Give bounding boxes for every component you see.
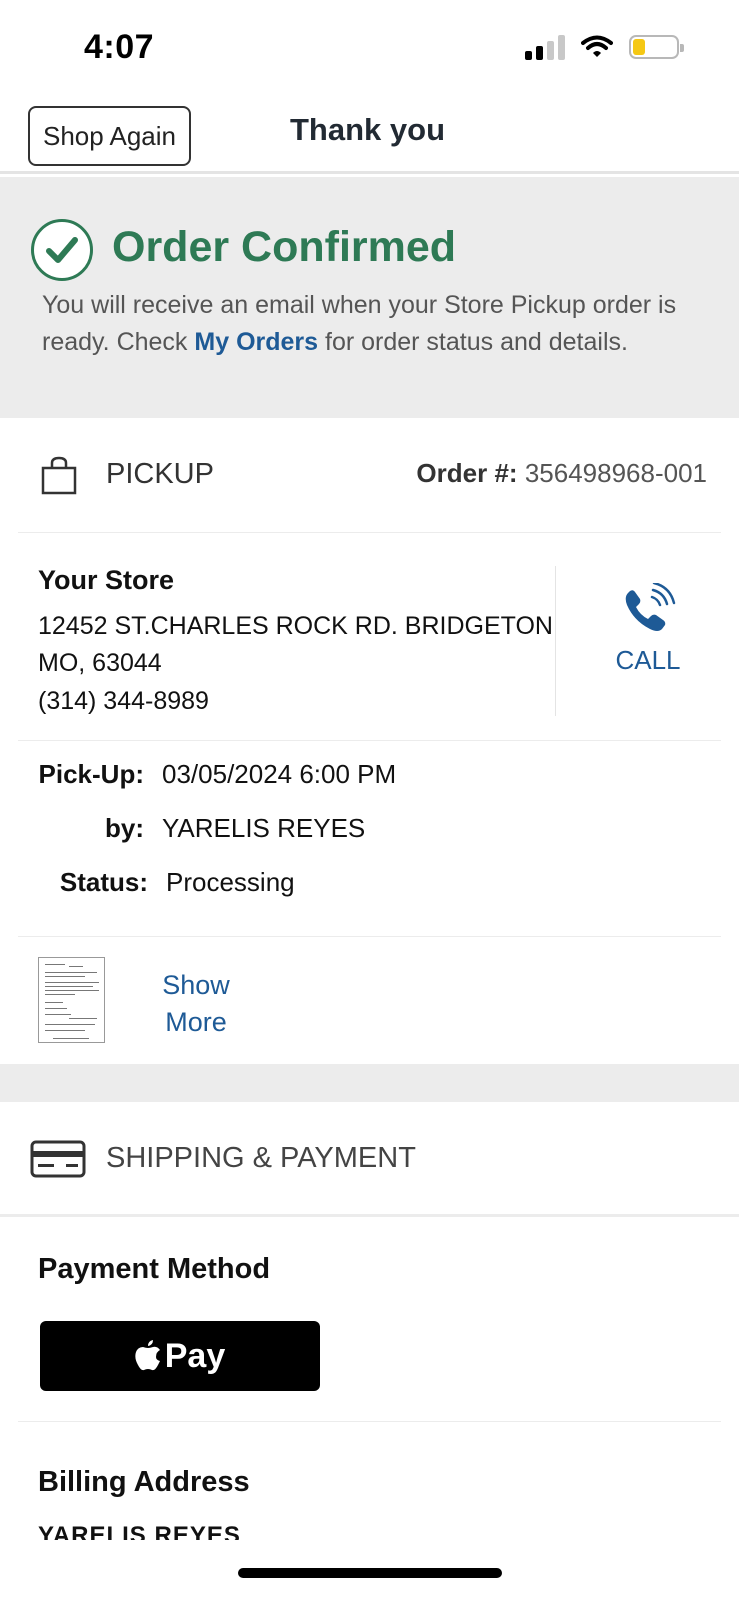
battery-icon — [629, 35, 684, 59]
shopping-bag-icon — [41, 456, 77, 495]
receipt-row: Show More — [18, 937, 721, 1064]
shop-again-button[interactable]: Shop Again — [28, 106, 191, 166]
apple-pay-label: Pay — [164, 1336, 226, 1375]
store-name: Your Store — [38, 565, 175, 595]
pickup-time-value: 03/05/2024 6:00 PM — [162, 759, 397, 789]
apple-pay-badge: Pay — [40, 1321, 320, 1391]
status-time: 4:07 — [84, 28, 155, 66]
pickup-by-key: by: — [105, 813, 144, 843]
cellular-signal-icon — [525, 34, 565, 60]
payment-method-title: Payment Method — [38, 1253, 271, 1285]
wifi-icon — [581, 35, 613, 57]
confirmation-message: You will receive an email when your Stor… — [42, 287, 732, 361]
my-orders-link[interactable]: My Orders — [194, 328, 318, 356]
billing-address-section: Billing Address YARELIS REYES — [18, 1422, 721, 1540]
pickup-by-value: YARELIS REYES — [162, 813, 366, 843]
order-status-key: Status: — [59, 867, 148, 897]
home-indicator[interactable] — [238, 1568, 502, 1578]
call-button[interactable]: CALL — [596, 583, 700, 676]
status-icons — [525, 34, 684, 60]
section-divider — [0, 1064, 739, 1102]
shipping-payment-header: SHIPPING & PAYMENT — [0, 1102, 739, 1217]
page-title: Thank you — [290, 112, 446, 147]
confirmation-title: Order Confirmed — [112, 223, 457, 271]
store-phone: (314) 344-8989 — [38, 687, 209, 715]
show-more-link[interactable]: Show More — [146, 967, 246, 1041]
order-number: Order #: 356498968-001 — [416, 458, 707, 489]
pickup-time-row: Pick-Up: 03/05/2024 6:00 PM — [38, 759, 397, 790]
credit-card-icon — [30, 1140, 86, 1178]
receipt-thumbnail[interactable] — [38, 957, 105, 1043]
order-status-value: Processing — [166, 867, 295, 897]
order-number-label: Order #: — [416, 458, 518, 488]
divider — [555, 566, 556, 716]
billing-address-title: Billing Address — [38, 1466, 250, 1498]
shipping-payment-label: SHIPPING & PAYMENT — [106, 1142, 416, 1174]
store-address: 12452 ST.CHARLES ROCK RD. BRIDGETON MO, … — [38, 612, 553, 677]
payment-method-section: Payment Method Pay — [18, 1217, 721, 1422]
billing-name: YARELIS REYES — [38, 1522, 241, 1540]
pickup-by-row: by: YARELIS REYES — [38, 813, 365, 844]
order-confirmed-banner: Order Confirmed You will receive an emai… — [0, 177, 739, 418]
phone-icon — [625, 583, 676, 631]
apple-logo-icon — [135, 1340, 160, 1371]
call-label: CALL — [615, 645, 681, 675]
pickup-time-key: Pick-Up: — [38, 759, 144, 789]
confirmation-message-end: for order status and details. — [318, 328, 628, 356]
store-info: Your Store 12452 ST.CHARLES ROCK RD. BRI… — [18, 533, 721, 741]
pickup-section-header: PICKUP Order #: 356498968-001 — [18, 418, 721, 533]
checkmark-icon — [31, 219, 93, 281]
order-number-value: 356498968-001 — [524, 458, 707, 488]
header: Shop Again Thank you — [0, 96, 739, 174]
order-status-row: Status: Processing — [38, 867, 295, 898]
pickup-details: Pick-Up: 03/05/2024 6:00 PM by: YARELIS … — [18, 741, 721, 937]
status-bar: 4:07 — [0, 0, 739, 96]
pickup-label: PICKUP — [106, 458, 214, 490]
